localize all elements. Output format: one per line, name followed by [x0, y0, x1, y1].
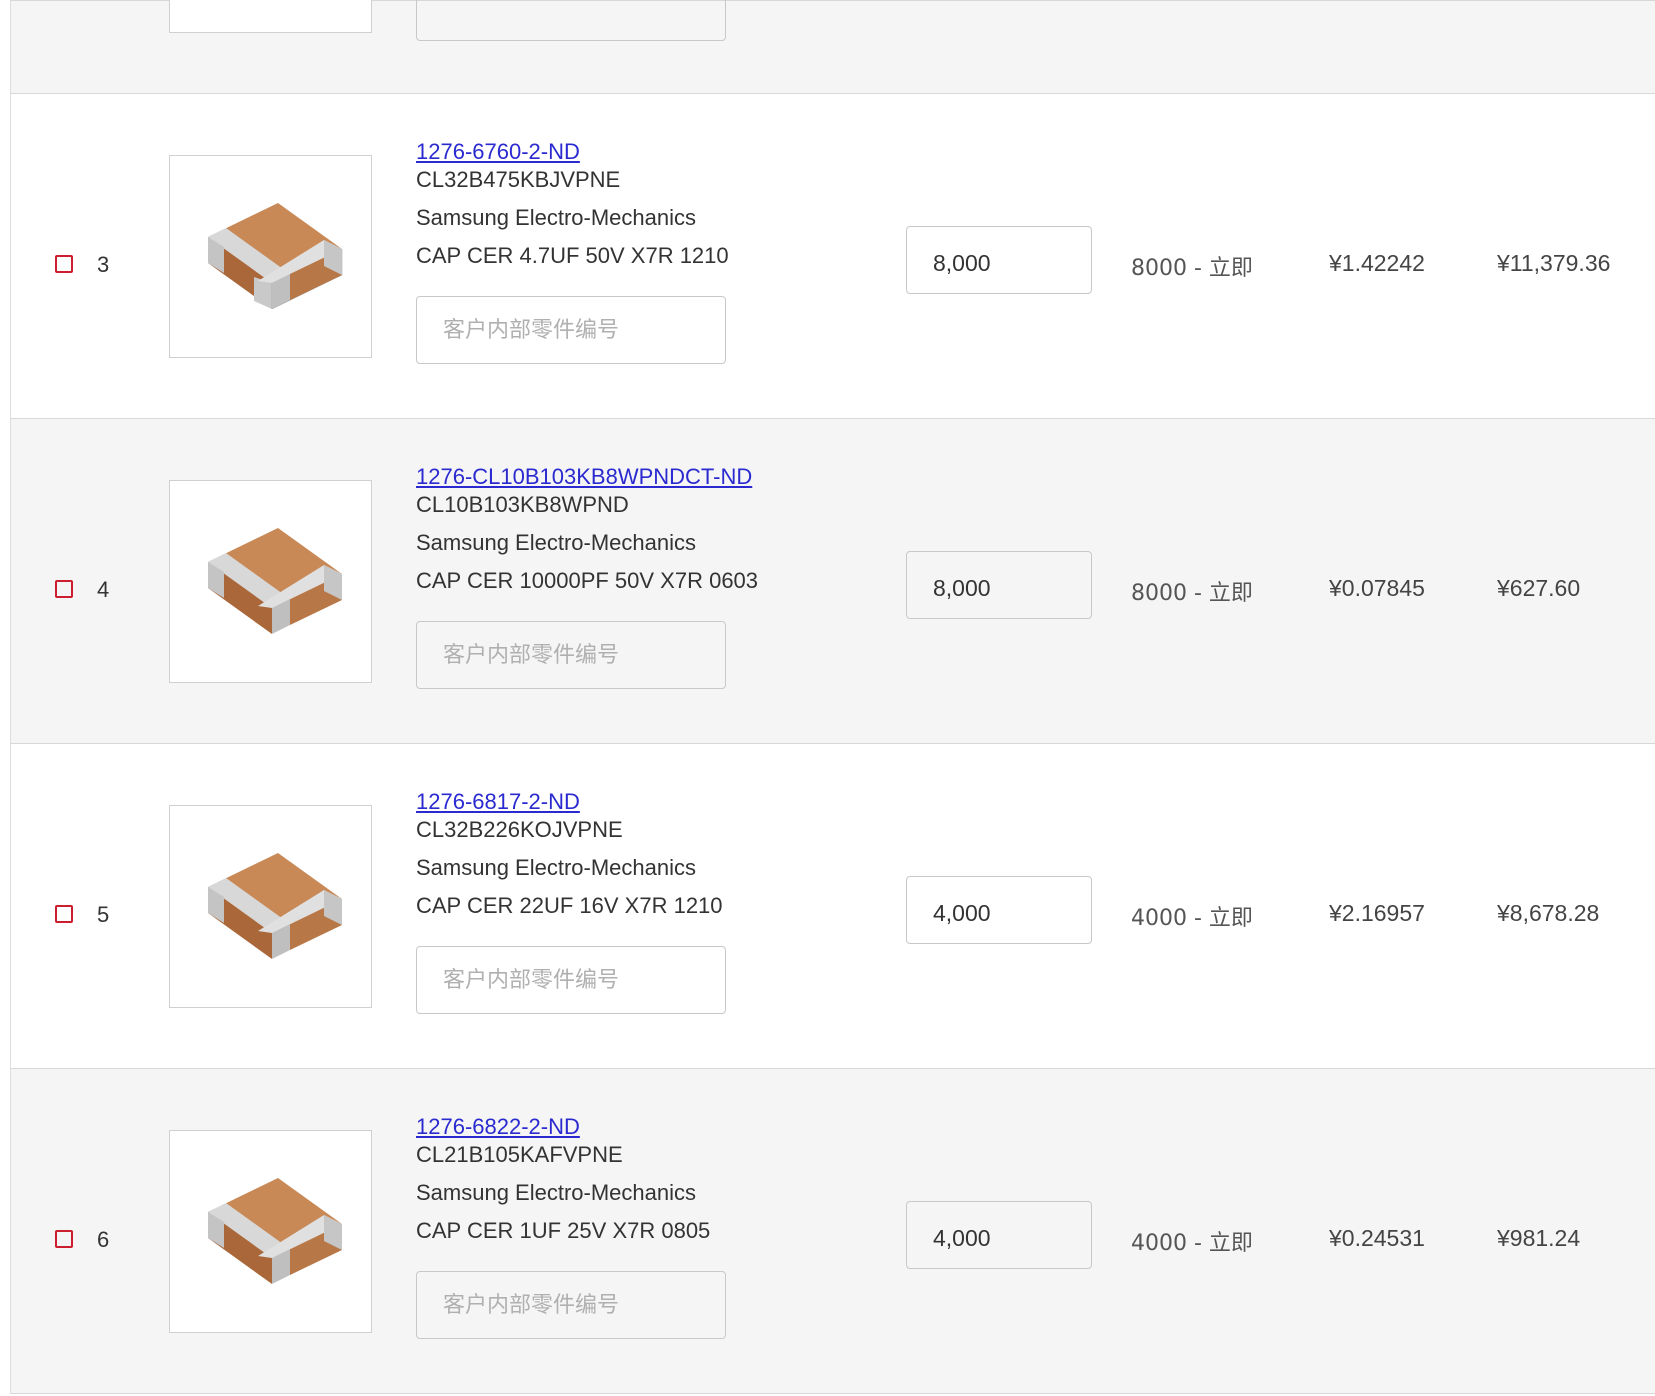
- customer-reference-input[interactable]: [416, 0, 726, 41]
- table-row: 6 1276-6822-2-ND CL21B105KAFVPNE Samsung…: [11, 1069, 1655, 1394]
- product-image[interactable]: [169, 805, 372, 1008]
- availability: 4000 - 立即: [1131, 906, 1253, 931]
- row-number: 4: [97, 577, 110, 602]
- manufacturer-name: Samsung Electro-Mechanics: [416, 530, 697, 555]
- product-description: CAP CER 22UF 16V X7R 1210: [416, 893, 723, 918]
- product-image[interactable]: [169, 155, 372, 358]
- row-number: 3: [97, 252, 110, 277]
- row-checkbox[interactable]: [55, 580, 73, 598]
- unit-price: ¥2.16957: [1329, 900, 1425, 926]
- cart-page: 3 1276-6760-2-ND CL32B475KBJVPNE Samsung…: [0, 0, 1655, 1396]
- mlcc-capacitor-icon: [207, 852, 342, 959]
- unit-price: ¥0.24531: [1329, 1225, 1425, 1251]
- digikey-part-link[interactable]: 1276-6760-2-ND: [416, 138, 580, 166]
- product-info: 1276-CL10B103KB8WPNDCT-ND CL10B103KB8WPN…: [416, 463, 896, 595]
- manufacturer-name: Samsung Electro-Mechanics: [416, 1180, 697, 1205]
- extended-price: ¥627.60: [1497, 575, 1581, 601]
- quantity-input[interactable]: [906, 551, 1092, 619]
- table-row: 3 1276-6760-2-ND CL32B475KBJVPNE Samsung…: [11, 94, 1655, 419]
- manufacturer-part-number: CL32B475KBJVPNE: [416, 167, 621, 192]
- manufacturer-name: Samsung Electro-Mechanics: [416, 855, 697, 880]
- unit-price: ¥1.42242: [1329, 250, 1425, 276]
- product-description: CAP CER 10000PF 50V X7R 0603: [416, 568, 759, 593]
- quantity-input[interactable]: [906, 876, 1092, 944]
- product-image[interactable]: [169, 480, 372, 683]
- manufacturer-name: Samsung Electro-Mechanics: [416, 205, 697, 230]
- manufacturer-part-number: CL21B105KAFVPNE: [416, 1142, 623, 1167]
- row-checkbox[interactable]: [55, 255, 73, 273]
- table-row: 4 1276-CL10B103KB8WPNDCT-ND CL10B103KB8W…: [11, 419, 1655, 744]
- manufacturer-part-number: CL10B103KB8WPND: [416, 492, 629, 517]
- product-info: 1276-6817-2-ND CL32B226KOJVPNE Samsung E…: [416, 788, 896, 920]
- manufacturer-part-number: CL32B226KOJVPNE: [416, 817, 623, 842]
- product-image: [169, 0, 372, 33]
- product-info: 1276-6822-2-ND CL21B105KAFVPNE Samsung E…: [416, 1113, 896, 1245]
- digikey-part-link[interactable]: 1276-6822-2-ND: [416, 1113, 580, 1141]
- digikey-part-link[interactable]: 1276-6817-2-ND: [416, 788, 580, 816]
- row-number: 5: [97, 902, 110, 927]
- row-checkbox[interactable]: [55, 905, 73, 923]
- product-info: 1276-6760-2-ND CL32B475KBJVPNE Samsung E…: [416, 138, 896, 270]
- customer-reference-input[interactable]: [416, 946, 726, 1014]
- product-description: CAP CER 4.7UF 50V X7R 1210: [416, 243, 729, 268]
- availability: 8000 - 立即: [1131, 256, 1253, 281]
- table-row: 5 1276-6817-2-ND CL32B226KOJVPNE Samsung…: [11, 744, 1655, 1069]
- customer-reference-input[interactable]: [416, 1271, 726, 1339]
- mlcc-capacitor-icon: [207, 202, 342, 309]
- cart-table: 3 1276-6760-2-ND CL32B475KBJVPNE Samsung…: [10, 0, 1655, 1394]
- mlcc-capacitor-icon: [207, 1177, 342, 1284]
- availability: 4000 - 立即: [1131, 1231, 1253, 1256]
- unit-price: ¥0.07845: [1329, 575, 1425, 601]
- digikey-part-link[interactable]: 1276-CL10B103KB8WPNDCT-ND: [416, 463, 752, 491]
- customer-reference-input[interactable]: [416, 621, 726, 689]
- extended-price: ¥8,678.28: [1497, 900, 1600, 926]
- mlcc-capacitor-icon: [207, 527, 342, 634]
- product-description: CAP CER 1UF 25V X7R 0805: [416, 1218, 711, 1243]
- product-image[interactable]: [169, 1130, 372, 1333]
- customer-reference-input[interactable]: [416, 296, 726, 364]
- availability: 8000 - 立即: [1131, 581, 1253, 606]
- row-number: 6: [97, 1227, 110, 1252]
- quantity-input[interactable]: [906, 226, 1092, 294]
- quantity-input[interactable]: [906, 1201, 1092, 1269]
- row-checkbox[interactable]: [55, 1230, 73, 1248]
- extended-price: ¥11,379.36: [1497, 250, 1611, 276]
- extended-price: ¥981.24: [1497, 1225, 1581, 1251]
- table-row-partial: [11, 0, 1655, 94]
